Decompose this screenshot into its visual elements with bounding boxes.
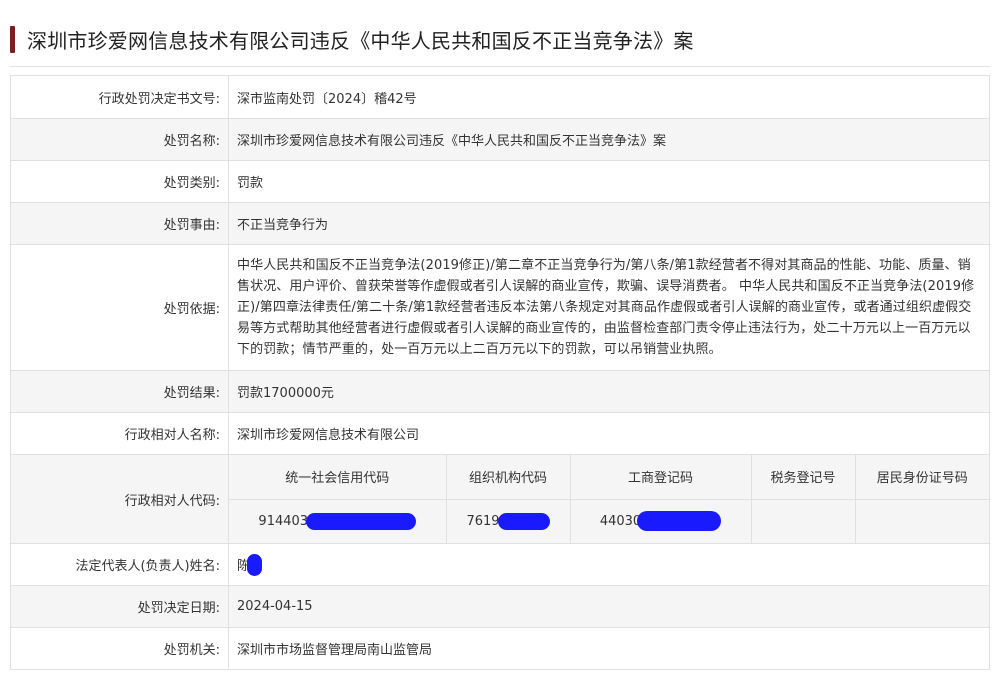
- row-doc-no: 行政处罚决定书文号: 深市监南处罚〔2024〕稽42号: [10, 75, 990, 119]
- code-value-row: 914403 7619 44030: [229, 498, 989, 543]
- category-value: 罚款: [228, 160, 990, 203]
- decision-date-value: 2024-04-15: [228, 585, 990, 628]
- code-header-org: 组织机构代码: [445, 455, 570, 499]
- row-legal-rep: 法定代表人(负责人)姓名: 陈: [10, 543, 990, 586]
- code-value-id: [854, 498, 989, 543]
- page-title: 深圳市珍爱网信息技术有限公司违反《中华人民共和国反不正当竞争法》案: [27, 28, 694, 53]
- title-accent-bar: [10, 25, 15, 53]
- code-value-business: 44030: [569, 498, 751, 543]
- row-party-code: 行政相对人代码: 统一社会信用代码 组织机构代码 工商登记码 税务登记号 居民身…: [10, 454, 990, 544]
- redaction-mark: [497, 512, 550, 530]
- code-header-business: 工商登记码: [569, 455, 751, 499]
- redaction-mark: [637, 511, 722, 532]
- legal-rep-cell: 陈: [228, 543, 990, 586]
- result-value: 罚款1700000元: [228, 370, 990, 413]
- credit-code-text: 914403: [258, 513, 309, 529]
- case-name-value: 深圳市珍爱网信息技术有限公司违反《中华人民共和国反不正当竞争法》案: [228, 118, 990, 161]
- legal-rep-label: 法定代表人(负责人)姓名:: [10, 543, 229, 586]
- result-label: 处罚结果:: [10, 370, 229, 413]
- decision-date-label: 处罚决定日期:: [10, 585, 229, 628]
- authority-value: 深圳市市场监督管理局南山监管局: [228, 627, 990, 670]
- code-value-tax: [750, 498, 855, 543]
- code-value-org: 7619: [445, 498, 570, 543]
- code-header-tax: 税务登记号: [750, 455, 855, 499]
- doc-no-label: 行政处罚决定书文号:: [10, 75, 229, 119]
- reason-value: 不正当竞争行为: [228, 202, 990, 245]
- business-code-text: 44030: [599, 513, 642, 529]
- page-title-bar: 深圳市珍爱网信息技术有限公司违反《中华人民共和国反不正当竞争法》案: [10, 24, 694, 54]
- row-party-name: 行政相对人名称: 深圳市珍爱网信息技术有限公司: [10, 412, 990, 455]
- basis-label: 处罚依据:: [10, 244, 229, 371]
- party-code-cell: 统一社会信用代码 组织机构代码 工商登记码 税务登记号 居民身份证号码 9144…: [228, 454, 990, 544]
- row-case-name: 处罚名称: 深圳市珍爱网信息技术有限公司违反《中华人民共和国反不正当竞争法》案: [10, 118, 990, 161]
- row-decision-date: 处罚决定日期: 2024-04-15: [10, 585, 990, 628]
- code-value-credit: 914403: [229, 498, 446, 543]
- case-name-label: 处罚名称:: [10, 118, 229, 161]
- doc-no-value: 深市监南处罚〔2024〕稽42号: [228, 75, 990, 119]
- party-code-label: 行政相对人代码:: [10, 454, 229, 544]
- row-category: 处罚类别: 罚款: [10, 160, 990, 203]
- penalty-info-table: 行政处罚决定书文号: 深市监南处罚〔2024〕稽42号 处罚名称: 深圳市珍爱网…: [10, 75, 990, 670]
- org-code-text: 7619: [466, 513, 500, 529]
- basis-value: 中华人民共和国反不正当竞争法(2019修正)/第二章不正当竞争行为/第八条/第1…: [228, 244, 990, 371]
- row-reason: 处罚事由: 不正当竞争行为: [10, 202, 990, 245]
- row-basis: 处罚依据: 中华人民共和国反不正当竞争法(2019修正)/第二章不正当竞争行为/…: [10, 244, 990, 371]
- code-header-id: 居民身份证号码: [854, 455, 989, 499]
- party-name-label: 行政相对人名称:: [10, 412, 229, 455]
- party-name-value: 深圳市珍爱网信息技术有限公司: [228, 412, 990, 455]
- title-divider: [10, 66, 990, 67]
- redaction-mark: [306, 512, 417, 530]
- reason-label: 处罚事由:: [10, 202, 229, 245]
- row-result: 处罚结果: 罚款1700000元: [10, 370, 990, 413]
- code-header-row: 统一社会信用代码 组织机构代码 工商登记码 税务登记号 居民身份证号码: [229, 455, 989, 499]
- row-authority: 处罚机关: 深圳市市场监督管理局南山监管局: [10, 627, 990, 670]
- authority-label: 处罚机关:: [10, 627, 229, 670]
- party-code-table: 统一社会信用代码 组织机构代码 工商登记码 税务登记号 居民身份证号码 9144…: [229, 455, 989, 543]
- category-label: 处罚类别:: [10, 160, 229, 203]
- redaction-mark: [247, 553, 263, 576]
- code-header-credit: 统一社会信用代码: [285, 471, 390, 487]
